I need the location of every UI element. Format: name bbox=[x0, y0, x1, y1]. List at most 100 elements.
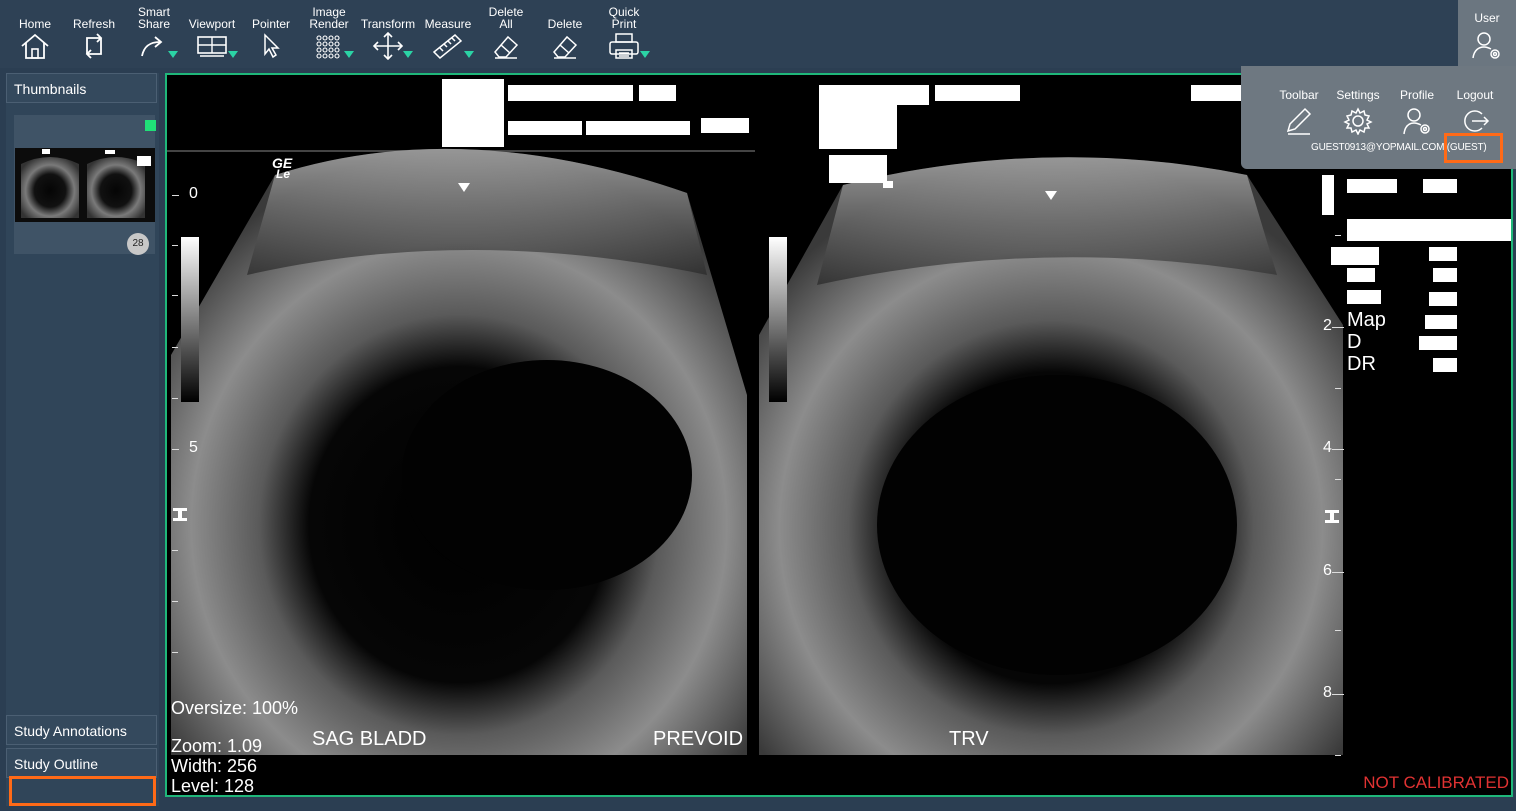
redacted-block bbox=[1347, 290, 1381, 304]
scale-tick bbox=[172, 449, 179, 450]
redacted-block bbox=[1423, 179, 1457, 193]
redacted-block bbox=[639, 85, 676, 101]
menu-toolbar-label: Toolbar bbox=[1279, 88, 1319, 102]
transform-button[interactable]: Transform bbox=[357, 4, 419, 64]
image-render-button[interactable]: Image Render bbox=[306, 4, 354, 64]
scale-tick bbox=[172, 295, 178, 296]
vendor-logo-subtext: Le bbox=[276, 167, 291, 181]
menu-profile-label: Profile bbox=[1399, 88, 1434, 102]
scale-tick bbox=[172, 601, 178, 602]
move-arrows-icon bbox=[372, 32, 404, 60]
dot-grid-icon bbox=[316, 35, 340, 59]
calibration-status: NOT CALIBRATED bbox=[1363, 773, 1509, 792]
oversize-readout: Oversize: 100% bbox=[171, 698, 299, 718]
refresh-label: Refresh bbox=[72, 17, 116, 31]
redacted-block bbox=[701, 118, 749, 133]
viewport-grid-icon bbox=[197, 36, 227, 57]
scale-tick bbox=[172, 652, 178, 653]
home-label: Home bbox=[18, 17, 51, 31]
image-render-label: Image Render bbox=[309, 5, 349, 31]
ruler-icon bbox=[432, 33, 463, 60]
delete-all-button[interactable]: Delete All bbox=[482, 4, 530, 64]
redacted-block bbox=[1433, 268, 1457, 282]
redacted-block bbox=[1429, 247, 1457, 261]
refresh-button[interactable]: Refresh bbox=[68, 4, 120, 64]
empty-highlight-box[interactable] bbox=[9, 776, 156, 806]
thumbnail-card[interactable]: 28 bbox=[14, 115, 156, 255]
logout-icon bbox=[1464, 110, 1490, 132]
printer-icon bbox=[609, 33, 639, 59]
depth-scale-label: 4 bbox=[1323, 439, 1332, 456]
quick-print-label: Quick Print bbox=[608, 5, 640, 31]
redacted-block bbox=[508, 121, 582, 135]
study-annotations-header[interactable]: Study Annotations bbox=[6, 715, 157, 745]
chevron-down-icon[interactable] bbox=[403, 51, 413, 58]
depth-scale-label: 2 bbox=[1323, 317, 1332, 334]
pencil-icon bbox=[1286, 107, 1312, 135]
share-arrow-icon bbox=[141, 36, 163, 57]
menu-toolbar[interactable]: Toolbar bbox=[1270, 88, 1328, 140]
image-label-prevoid: PREVOID bbox=[653, 728, 744, 750]
pointer-button[interactable]: Pointer bbox=[246, 4, 296, 64]
transform-label: Transform bbox=[360, 17, 416, 31]
pointer-cursor-icon bbox=[264, 33, 280, 59]
image-viewport[interactable]: GE Le 0 5 2 4 6 8 Map D DR Oversize: 100… bbox=[165, 73, 1513, 797]
redacted-block bbox=[1331, 247, 1379, 265]
refresh-icon bbox=[85, 33, 103, 59]
redacted-block bbox=[508, 85, 633, 101]
smart-share-button[interactable]: Smart Share bbox=[130, 4, 178, 64]
scale-tick bbox=[1335, 479, 1341, 480]
redacted-block bbox=[819, 85, 929, 105]
delete-label: Delete bbox=[547, 17, 583, 31]
redacted-block bbox=[1433, 358, 1457, 372]
redacted-block bbox=[1419, 336, 1457, 350]
redacted-block bbox=[1425, 315, 1457, 329]
depth-scale-label: 8 bbox=[1323, 684, 1332, 701]
delete-button[interactable]: Delete bbox=[540, 4, 590, 64]
user-settings-icon bbox=[1472, 32, 1500, 59]
scale-tick bbox=[172, 398, 178, 399]
menu-settings-label: Settings bbox=[1336, 88, 1380, 102]
chevron-down-icon[interactable] bbox=[464, 51, 474, 58]
redacted-block bbox=[1429, 292, 1457, 306]
thumbnails-header[interactable]: Thumbnails bbox=[6, 73, 157, 103]
chevron-down-icon[interactable] bbox=[344, 51, 354, 58]
image-label-left: SAG BLADD bbox=[312, 728, 427, 750]
chevron-down-icon[interactable] bbox=[228, 51, 238, 58]
measure-label: Measure bbox=[424, 17, 472, 31]
viewport-label: Viewport bbox=[188, 17, 236, 31]
measure-button[interactable]: Measure bbox=[422, 4, 474, 64]
user-button[interactable]: User bbox=[1458, 0, 1516, 68]
main-toolbar: Home Refresh Smart Share Viewport Pointe… bbox=[0, 0, 1516, 68]
gear-icon bbox=[1343, 107, 1373, 136]
zoom-readout: Zoom: 1.09 bbox=[171, 736, 263, 756]
redacted-block bbox=[1347, 179, 1397, 193]
scale-tick bbox=[1332, 327, 1344, 328]
menu-profile[interactable]: Profile bbox=[1388, 88, 1446, 140]
scale-tick bbox=[1332, 572, 1344, 573]
redacted-block bbox=[1191, 85, 1241, 101]
scale-tick bbox=[1335, 388, 1341, 389]
quick-print-button[interactable]: Quick Print bbox=[598, 4, 650, 64]
depth-scale-label: 5 bbox=[189, 439, 198, 456]
image-count-badge: 28 bbox=[127, 233, 149, 255]
viewport-button[interactable]: Viewport bbox=[184, 4, 240, 64]
user-menu-dropdown: Toolbar Settings Profile Logout GUEST091… bbox=[1241, 66, 1516, 169]
redacted-block bbox=[883, 181, 893, 188]
guest-highlight-box bbox=[1444, 133, 1503, 163]
chevron-down-icon[interactable] bbox=[168, 51, 178, 58]
home-button[interactable]: Home bbox=[12, 4, 58, 64]
home-icon bbox=[21, 33, 49, 59]
chevron-down-icon[interactable] bbox=[640, 51, 650, 58]
thumbnail-image bbox=[15, 148, 155, 222]
user-settings-icon bbox=[1403, 108, 1430, 135]
scale-tick bbox=[172, 195, 179, 196]
study-outline-header[interactable]: Study Outline bbox=[6, 748, 157, 778]
scale-tick bbox=[1335, 630, 1341, 631]
menu-settings[interactable]: Settings bbox=[1329, 88, 1387, 140]
smart-share-label: Smart Share bbox=[137, 5, 171, 31]
param-label-map: Map bbox=[1347, 309, 1386, 331]
left-panel: Thumbnails 28 Study Annotations Study Ou… bbox=[6, 73, 159, 806]
width-readout: Width: 256 bbox=[171, 756, 258, 776]
level-readout: Level: 128 bbox=[171, 776, 255, 796]
